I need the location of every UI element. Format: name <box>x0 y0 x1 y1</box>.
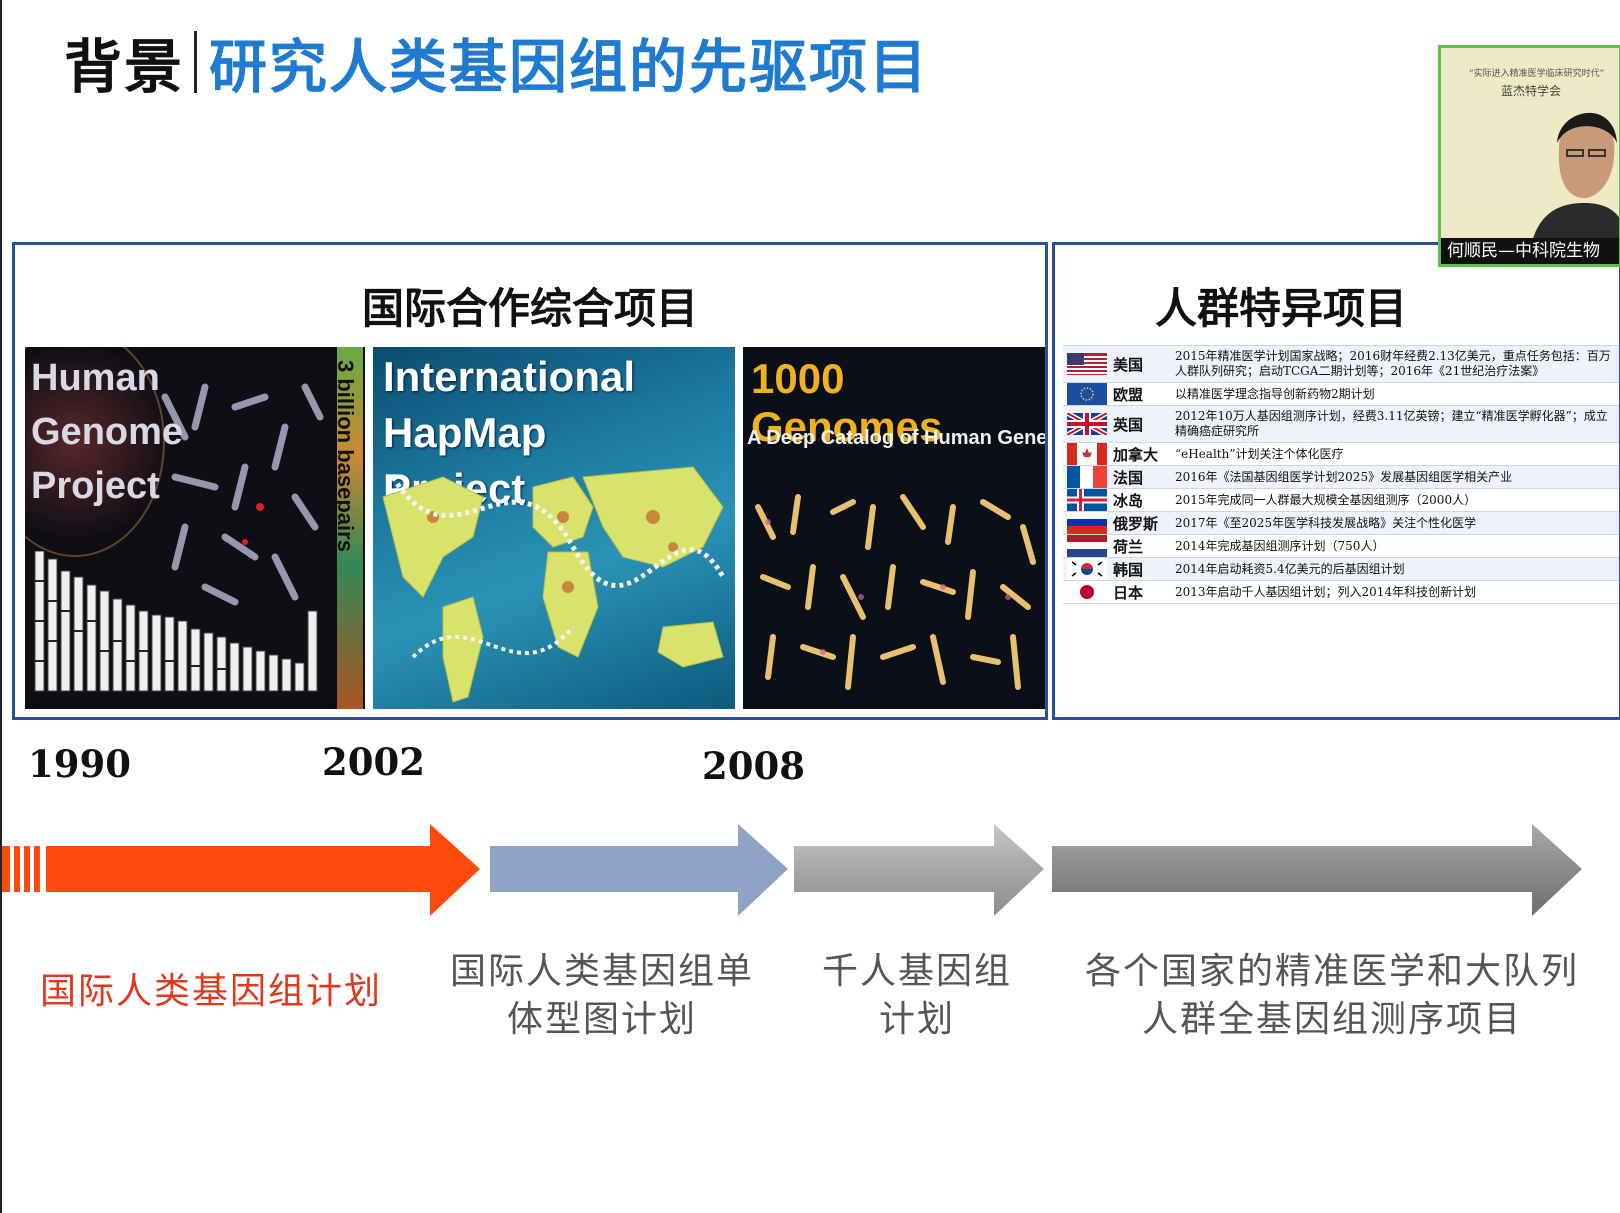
country-desc: “eHealth”计划关注个体化医疗 <box>1175 446 1344 461</box>
hapmap-title-line-2: HapMap <box>383 409 547 456</box>
country-desc: 2016年《法国基因组医学计划2025》发展基因组医学相关产业 <box>1175 469 1513 484</box>
population-projects-panel: 人群特异项目 美国 2015年精准医学计划国家战略；2016财年经费2.13亿美… <box>1052 242 1620 720</box>
iceland-flag-icon <box>1067 489 1107 511</box>
label-hgp-line-1: 国际人类基因组计划 <box>39 971 382 1012</box>
label-hapmap-line-1: 国际人类基因组单 <box>449 951 754 992</box>
hgp-title-line-3: Project <box>31 465 160 507</box>
label-g1000-line-2: 计划 <box>878 999 955 1040</box>
label-g1000-line-1: 千人基因组 <box>821 951 1012 992</box>
label-hgp: 国际人类基因组计划 <box>26 968 396 1016</box>
1000-genomes-image: 1000 Genomes A Deep Catalog of Human Gen… <box>743 347 1045 709</box>
country-row: 日本 2013年启动千人基因组计划；列入2014年科技创新计划 <box>1063 581 1619 604</box>
hgp-title-line-1: Human <box>31 357 160 399</box>
country-desc: 2014年启动耗资5.4亿美元的后基因组计划 <box>1175 561 1405 576</box>
japan-flag-icon <box>1067 581 1107 603</box>
country-row: 冰岛 2015年完成同一人群最大规模全基因组测序（2000人） <box>1063 489 1619 512</box>
speaker-name: 何顺民—中科院生物 <box>1441 238 1619 264</box>
country-row: 欧盟 以精准医学理念指导创新药物2期计划 <box>1063 383 1619 406</box>
eu-flag-icon <box>1067 383 1107 405</box>
country-row: 法国 2016年《法国基因组医学计划2025》发展基因组医学相关产业 <box>1063 466 1619 489</box>
national-projects-arrow <box>1052 824 1582 916</box>
country-desc: 以精准医学理念指导创新药物2期计划 <box>1175 386 1375 401</box>
label-hapmap-line-2: 体型图计划 <box>506 999 697 1040</box>
country-name: 美国 <box>1113 355 1144 374</box>
hapmap-title-line-1: International <box>383 353 636 400</box>
country-desc: 2017年《至2025年医学科技发展战略》关注个性化医学 <box>1175 515 1477 530</box>
label-national: 各个国家的精准医学和大队列 人群全基因组测序项目 <box>1062 948 1602 1044</box>
hgp-title-line-2: Genome <box>31 411 184 453</box>
title-sub: 研究人类基因组的先驱项目 <box>209 33 930 101</box>
poster-text-line-1: “实际进入精准医学临床研究时代” <box>1469 69 1605 79</box>
karyotype-graphic <box>34 551 318 692</box>
country-desc: 2015年完成同一人群最大规模全基因组测序（2000人） <box>1175 492 1477 507</box>
label-national-line-1: 各个国家的精准医学和大队列 <box>1084 951 1579 992</box>
slide-title: 背景 研究人类基因组的先驱项目 <box>64 22 929 102</box>
panel-title-international: 国际合作综合项目 <box>361 284 698 333</box>
speaker-silhouette <box>1529 112 1619 258</box>
year-2002: 2002 <box>322 740 425 784</box>
france-flag-icon <box>1067 466 1107 488</box>
hapmap-image: International HapMap Project <box>373 347 735 709</box>
slide: 背景 研究人类基因组的先驱项目 国际合作综合项目 Human Genome Pr… <box>0 0 1620 1213</box>
label-g1000: 千人基因组 计划 <box>802 948 1032 1044</box>
country-desc: 2014年完成基因组测序计划（750人） <box>1175 538 1385 553</box>
title-separator <box>194 31 198 93</box>
country-row: 俄罗斯 2017年《至2025年医学科技发展战略》关注个性化医学 <box>1063 512 1619 535</box>
label-national-line-2: 人群全基因组测序项目 <box>1141 999 1522 1040</box>
country-name: 韩国 <box>1113 560 1144 579</box>
title-main: 背景 <box>64 33 185 101</box>
speaker-webcam[interactable]: “实际进入精准医学临床研究时代” 蓝杰特学会 何顺民—中科院生物 <box>1438 45 1620 267</box>
country-table: 美国 2015年精准医学计划国家战略；2016财年经费2.13亿美元，重点任务包… <box>1063 345 1619 604</box>
uk-flag-icon <box>1067 413 1107 435</box>
panel-title-population: 人群特异项目 <box>1155 284 1408 333</box>
country-name: 荷兰 <box>1113 537 1144 556</box>
year-2008: 2008 <box>702 744 805 788</box>
international-projects-panel: 国际合作综合项目 Human Genome Project 3 billion … <box>12 242 1048 720</box>
country-desc: 2015年精准医学计划国家战略；2016财年经费2.13亿美元，重点任务包括：百… <box>1175 349 1611 378</box>
country-name: 日本 <box>1113 583 1144 602</box>
hapmap-arrow <box>490 824 788 916</box>
country-row: 加拿大 “eHealth”计划关注个体化医疗 <box>1063 443 1619 466</box>
world-map-graphic <box>382 466 726 703</box>
chromosome-scatter-graphic <box>755 494 1036 690</box>
country-name: 俄罗斯 <box>1113 514 1159 533</box>
g1000-subtitle: A Deep Catalog of Human Genetic Variatio… <box>747 427 1045 449</box>
country-row: 美国 2015年精准医学计划国家战略；2016财年经费2.13亿美元，重点任务包… <box>1063 346 1619 383</box>
usa-flag-icon <box>1067 353 1107 375</box>
country-name: 欧盟 <box>1113 385 1144 404</box>
country-desc: 2012年10万人基因组测序计划，经费3.11亿英镑；建立“精准医学孵化器”；成… <box>1175 409 1608 438</box>
g1000-arrow <box>794 824 1044 916</box>
hgp-side-text: 3 billion basepairs <box>333 360 358 552</box>
hgp-image: Human Genome Project 3 billion basepairs <box>25 347 365 709</box>
russia-flag-icon <box>1067 512 1107 534</box>
timeline-arrows <box>2 824 1582 916</box>
canada-flag-icon <box>1067 443 1107 465</box>
country-name: 加拿大 <box>1113 445 1159 464</box>
country-desc: 2013年启动千人基因组计划；列入2014年科技创新计划 <box>1175 584 1477 599</box>
year-1990: 1990 <box>28 742 131 786</box>
country-name: 冰岛 <box>1113 491 1144 510</box>
label-hapmap: 国际人类基因组单 体型图计划 <box>432 948 772 1044</box>
netherlands-flag-icon <box>1067 535 1107 557</box>
country-row: 英国 2012年10万人基因组测序计划，经费3.11亿英镑；建立“精准医学孵化器… <box>1063 406 1619 443</box>
korea-flag-icon <box>1067 558 1107 580</box>
country-row: 荷兰 2014年完成基因组测序计划（750人） <box>1063 535 1619 558</box>
hgp-title: Human Genome Project <box>31 351 183 513</box>
country-row: 韩国 2014年启动耗资5.4亿美元的后基因组计划 <box>1063 558 1619 581</box>
country-name: 法国 <box>1113 468 1144 487</box>
country-name: 英国 <box>1113 415 1144 434</box>
hgp-arrow <box>2 824 480 916</box>
